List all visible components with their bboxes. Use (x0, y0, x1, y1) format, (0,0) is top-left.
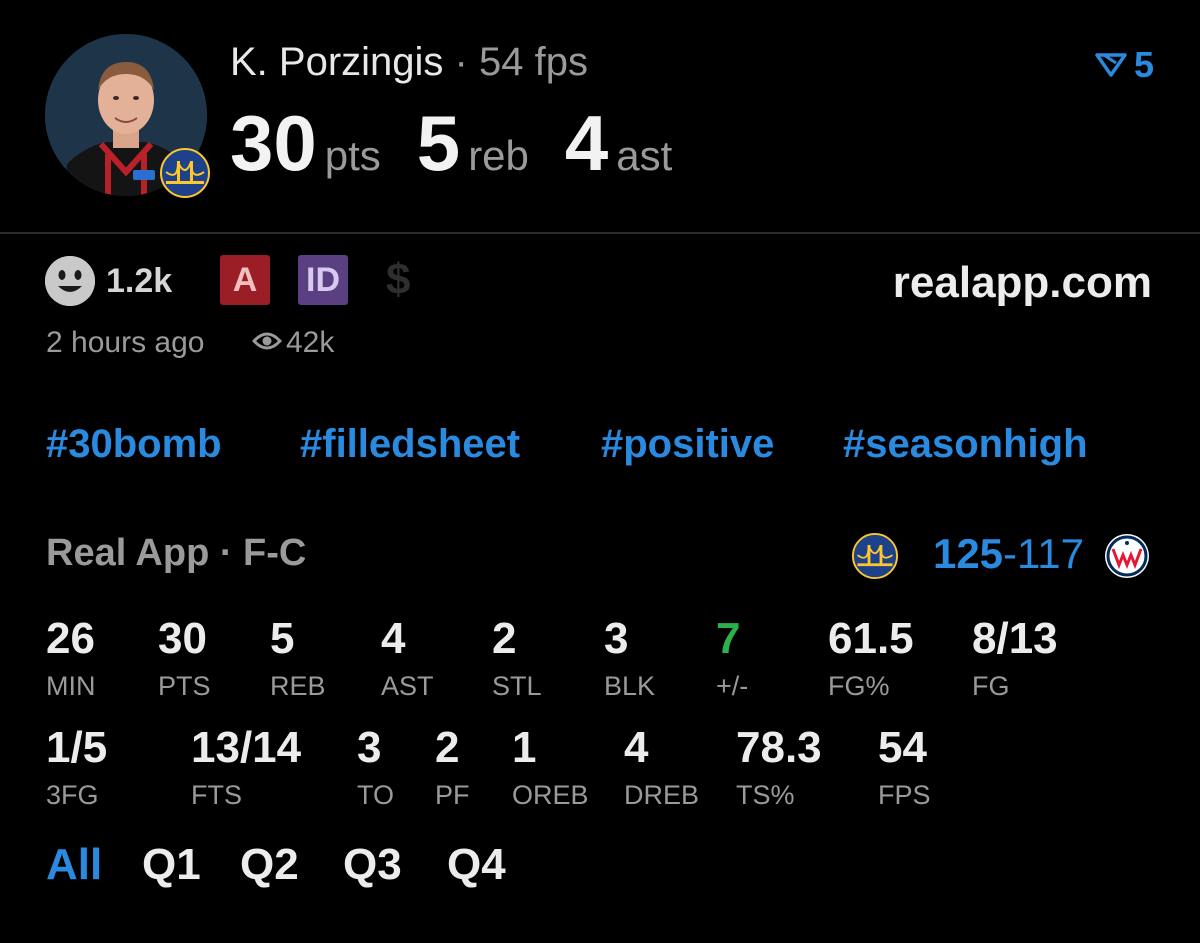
stat-value: 13/14 (191, 723, 302, 772)
stat-cell: 78.3 TS% (736, 726, 822, 811)
stat-cell: 26 MIN (46, 617, 96, 702)
stat-label: FG% (828, 671, 890, 701)
stat-value: 2 (435, 723, 460, 772)
ast-unit: ast (616, 132, 673, 179)
eye-icon (251, 326, 283, 360)
stat-value: 78.3 (736, 723, 822, 772)
stat-cell: 8/13 FG (972, 617, 1058, 702)
stat-value: 30 (158, 614, 207, 663)
site-link[interactable]: realapp.com (893, 258, 1152, 308)
tab-q4[interactable]: Q4 (447, 840, 506, 890)
rank-badge[interactable]: 5 (1094, 44, 1154, 88)
name-separator: · (454, 40, 468, 84)
source-position: Real App · F-C (46, 532, 307, 574)
stat-label: FPS (878, 780, 931, 810)
stat-cell: 4 DREB (624, 726, 699, 811)
rank-value: 5 (1133, 44, 1154, 85)
hashtag[interactable]: #filledsheet (300, 422, 520, 467)
stat-value: 4 (381, 614, 406, 663)
hashtag[interactable]: #30bomb (46, 422, 222, 467)
stat-value: 8/13 (972, 614, 1058, 663)
stat-label: TO (357, 780, 395, 810)
reb-unit: reb (468, 132, 529, 179)
player-name[interactable]: K. Porzingis (230, 40, 443, 84)
away-score: -117 (1003, 530, 1084, 577)
stat-value: 3 (357, 723, 382, 772)
stat-cell: 2 PF (435, 726, 470, 811)
warriors-logo-icon (160, 148, 210, 198)
view-count: 42k (251, 326, 335, 360)
stat-value: 2 (492, 614, 517, 663)
tab-all[interactable]: All (46, 840, 102, 890)
stat-label: BLK (604, 671, 656, 701)
stat-cell: 54 FPS (878, 726, 931, 811)
stat-value: 1 (512, 723, 537, 772)
stat-label: TS% (736, 780, 795, 810)
wizards-logo-icon (1104, 533, 1150, 579)
stat-value: 5 (270, 614, 295, 663)
stat-cell: 1/5 3FG (46, 726, 107, 811)
stat-label: AST (381, 671, 434, 701)
stat-cell: 5 REB (270, 617, 326, 702)
stat-cell: 13/14 FTS (191, 726, 301, 811)
stat-cell: 30 PTS (158, 617, 211, 702)
header-divider (0, 232, 1200, 234)
ast-value: 4 (564, 99, 609, 187)
player-fps: 54 fps (479, 40, 588, 84)
stat-label: FTS (191, 780, 242, 810)
stat-value: 3 (604, 614, 629, 663)
stat-cell: 3 TO (357, 726, 394, 811)
stat-label: STL (492, 671, 542, 701)
reb-value: 5 (416, 99, 461, 187)
tab-q2[interactable]: Q2 (240, 840, 299, 890)
tiered-flag-icon (1094, 46, 1128, 88)
stat-label: REB (270, 671, 326, 701)
stat-label: PF (435, 780, 470, 810)
stat-value: 26 (46, 614, 95, 663)
stat-label: 3FG (46, 780, 99, 810)
view-count-value: 42k (286, 326, 335, 359)
stat-cell: 4 AST (381, 617, 434, 702)
dollar-icon[interactable]: $ (386, 255, 410, 305)
hashtag[interactable]: #seasonhigh (843, 422, 1088, 467)
hashtag[interactable]: #positive (601, 422, 774, 467)
stat-cell: 3 BLK (604, 617, 655, 702)
stat-label: DREB (624, 780, 700, 810)
player-name-line: K. Porzingis · 54 fps (230, 40, 588, 85)
reaction-count: 1.2k (106, 262, 173, 300)
badge-a[interactable]: A (220, 255, 270, 305)
warriors-logo-icon (852, 533, 898, 579)
headline-statline: 30 pts 5 reb 4 ast (230, 98, 708, 189)
stat-value: 61.5 (828, 614, 914, 663)
stat-value: 54 (878, 723, 927, 772)
stat-label: FG (972, 671, 1010, 701)
stat-label: MIN (46, 671, 96, 701)
stat-cell: 61.5 FG% (828, 617, 914, 702)
stat-value: 7 (716, 614, 741, 663)
stat-label: PTS (158, 671, 211, 701)
pts-value: 30 (230, 99, 317, 187)
home-score: 125 (932, 530, 1004, 577)
pts-unit: pts (324, 132, 381, 179)
stat-cell: 1 OREB (512, 726, 589, 811)
stat-label: OREB (512, 780, 589, 810)
stat-cell: 2 STL (492, 617, 542, 702)
tab-q1[interactable]: Q1 (142, 840, 201, 890)
smiley-icon[interactable] (45, 256, 95, 306)
post-time: 2 hours ago (46, 326, 205, 359)
game-score[interactable]: 125-117 (933, 530, 1084, 578)
stat-value: 4 (624, 723, 649, 772)
stat-label: +/- (716, 671, 749, 701)
tab-q3[interactable]: Q3 (343, 840, 402, 890)
badge-id[interactable]: ID (298, 255, 348, 305)
stat-value: 1/5 (46, 723, 108, 772)
stat-cell: 7 +/- (716, 617, 748, 702)
